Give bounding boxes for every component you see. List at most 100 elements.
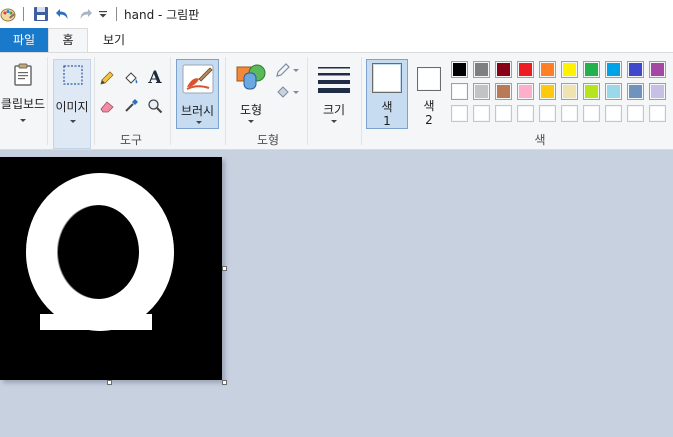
palette-swatch[interactable]	[495, 61, 512, 78]
palette-swatch-fill	[475, 85, 488, 98]
clipboard-button[interactable]: 클립보드	[0, 59, 46, 129]
color1-label-number: 1	[383, 114, 391, 128]
clipboard-icon	[12, 63, 34, 90]
palette-swatch[interactable]	[495, 105, 512, 122]
shapes-button[interactable]: 도형	[231, 59, 271, 129]
brush-icon	[181, 63, 215, 98]
workspace	[0, 150, 673, 437]
paint-app-icon[interactable]	[0, 5, 16, 23]
eraser-icon[interactable]	[98, 97, 116, 115]
shapes-label: 도형	[239, 103, 263, 117]
select-icon	[62, 64, 84, 89]
palette-swatch[interactable]	[649, 61, 666, 78]
tab-view[interactable]: 보기	[90, 28, 138, 52]
palette-swatch[interactable]	[605, 83, 622, 100]
palette-swatch[interactable]	[561, 105, 578, 122]
redo-icon[interactable]	[76, 5, 94, 23]
palette-swatch-fill	[585, 85, 598, 98]
palette-swatch[interactable]	[605, 61, 622, 78]
title-separator	[23, 7, 24, 21]
palette-swatch-fill	[541, 63, 554, 76]
palette-swatch[interactable]	[561, 61, 578, 78]
drawing-canvas[interactable]	[0, 157, 222, 380]
palette-swatch[interactable]	[649, 83, 666, 100]
color1-fill	[374, 65, 400, 91]
palette-swatch-fill	[453, 107, 466, 120]
line-size-icon	[317, 65, 351, 98]
color-picker-icon[interactable]	[122, 97, 140, 115]
palette-swatch-fill	[453, 63, 466, 76]
title-bar: hand - 그림판	[0, 0, 673, 28]
fill-bucket-icon[interactable]	[122, 69, 140, 87]
palette-swatch-fill	[607, 85, 620, 98]
palette-swatch[interactable]	[583, 105, 600, 122]
group-separator	[170, 57, 171, 145]
palette-swatch[interactable]	[627, 83, 644, 100]
palette-swatch-fill	[519, 63, 532, 76]
palette-swatch[interactable]	[649, 105, 666, 122]
customize-quick-access-icon[interactable]	[97, 5, 109, 23]
palette-swatch[interactable]	[627, 61, 644, 78]
resize-handle-corner[interactable]	[222, 380, 227, 385]
image-button[interactable]: 이미지	[53, 59, 91, 149]
group-separator	[307, 57, 308, 145]
palette-swatch[interactable]	[451, 105, 468, 122]
size-button[interactable]: 크기	[312, 59, 356, 129]
palette-swatch[interactable]	[473, 61, 490, 78]
magnifier-icon[interactable]	[146, 97, 164, 115]
palette-swatch[interactable]	[451, 61, 468, 78]
image-dropdown-icon	[70, 120, 76, 123]
palette-swatch-fill	[453, 85, 466, 98]
ribbon: 클립보드 이미지 A 도구 브러시 도형 도형 크기 색 1 색 2 색	[0, 52, 673, 150]
palette-swatch-fill	[563, 63, 576, 76]
group-separator	[361, 57, 362, 145]
palette-swatch-fill	[497, 107, 510, 120]
palette-swatch[interactable]	[517, 105, 534, 122]
undo-icon[interactable]	[54, 5, 72, 23]
palette-swatch[interactable]	[539, 105, 556, 122]
color2-label-text: 색	[423, 99, 435, 113]
tab-file[interactable]: 파일	[0, 28, 48, 52]
color1-swatch	[372, 63, 402, 93]
text-icon[interactable]: A	[146, 69, 164, 87]
title-separator-2	[116, 7, 117, 21]
color2-swatch	[417, 67, 441, 91]
outline-icon[interactable]	[274, 61, 300, 79]
color2-button[interactable]: 색 2	[412, 59, 446, 129]
palette-swatch-fill	[563, 85, 576, 98]
brushes-button[interactable]: 브러시	[176, 59, 219, 129]
resize-handle-right[interactable]	[222, 266, 227, 271]
palette-swatch[interactable]	[473, 105, 490, 122]
palette-swatch[interactable]	[539, 61, 556, 78]
palette-swatch-fill	[629, 85, 642, 98]
palette-swatch[interactable]	[561, 83, 578, 100]
palette-swatch-fill	[651, 63, 664, 76]
tab-home[interactable]: 홈	[48, 28, 88, 52]
palette-swatch[interactable]	[451, 83, 468, 100]
save-icon[interactable]	[32, 5, 50, 23]
palette-swatch[interactable]	[473, 83, 490, 100]
clipboard-label: 클립보드	[0, 97, 46, 111]
palette-swatch[interactable]	[583, 61, 600, 78]
palette-swatch[interactable]	[495, 83, 512, 100]
pencil-icon[interactable]	[98, 69, 116, 87]
palette-swatch-fill	[563, 107, 576, 120]
resize-handle-bottom[interactable]	[107, 380, 112, 385]
palette-swatch-fill	[475, 63, 488, 76]
brushes-dropdown-icon	[196, 121, 202, 124]
shapes-group-label: 도형	[256, 133, 280, 147]
palette-swatch[interactable]	[517, 83, 534, 100]
palette-swatch[interactable]	[627, 105, 644, 122]
palette-swatch[interactable]	[583, 83, 600, 100]
shape-fill-icon[interactable]	[274, 83, 300, 101]
palette-swatch-fill	[519, 107, 532, 120]
palette-swatch[interactable]	[539, 83, 556, 100]
color1-button[interactable]: 색 1	[366, 59, 408, 129]
size-dropdown-icon	[331, 120, 337, 123]
palette-swatch-fill	[475, 107, 488, 120]
palette-swatch[interactable]	[517, 61, 534, 78]
palette-swatch-fill	[651, 85, 664, 98]
color2-label-number: 2	[425, 113, 433, 127]
image-label: 이미지	[55, 100, 89, 114]
palette-swatch[interactable]	[605, 105, 622, 122]
